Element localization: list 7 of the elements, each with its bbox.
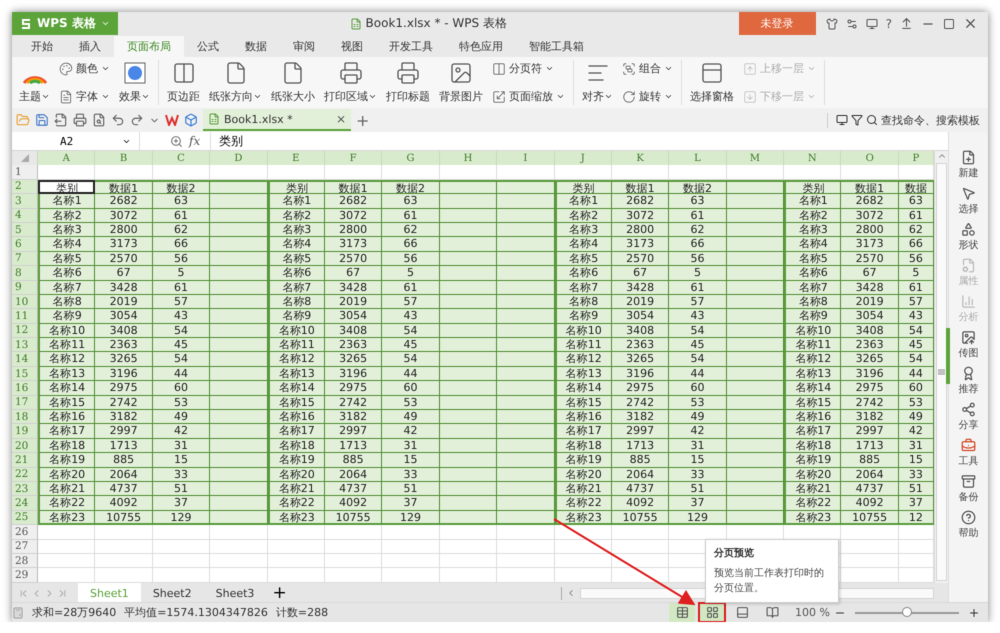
- status-text: 计数=288: [276, 605, 328, 620]
- status-text: 平均值=1574.1304347826: [124, 605, 268, 620]
- zoom-level: 100 %: [795, 606, 830, 619]
- tooltip-text: 预览当前工作表打印时的分页位置。: [714, 566, 825, 596]
- tooltip-title: 分页预览: [714, 546, 755, 560]
- window-title: Book1.xlsx * - WPS 表格: [366, 15, 507, 32]
- status-text: 求和=28万9640: [32, 605, 116, 620]
